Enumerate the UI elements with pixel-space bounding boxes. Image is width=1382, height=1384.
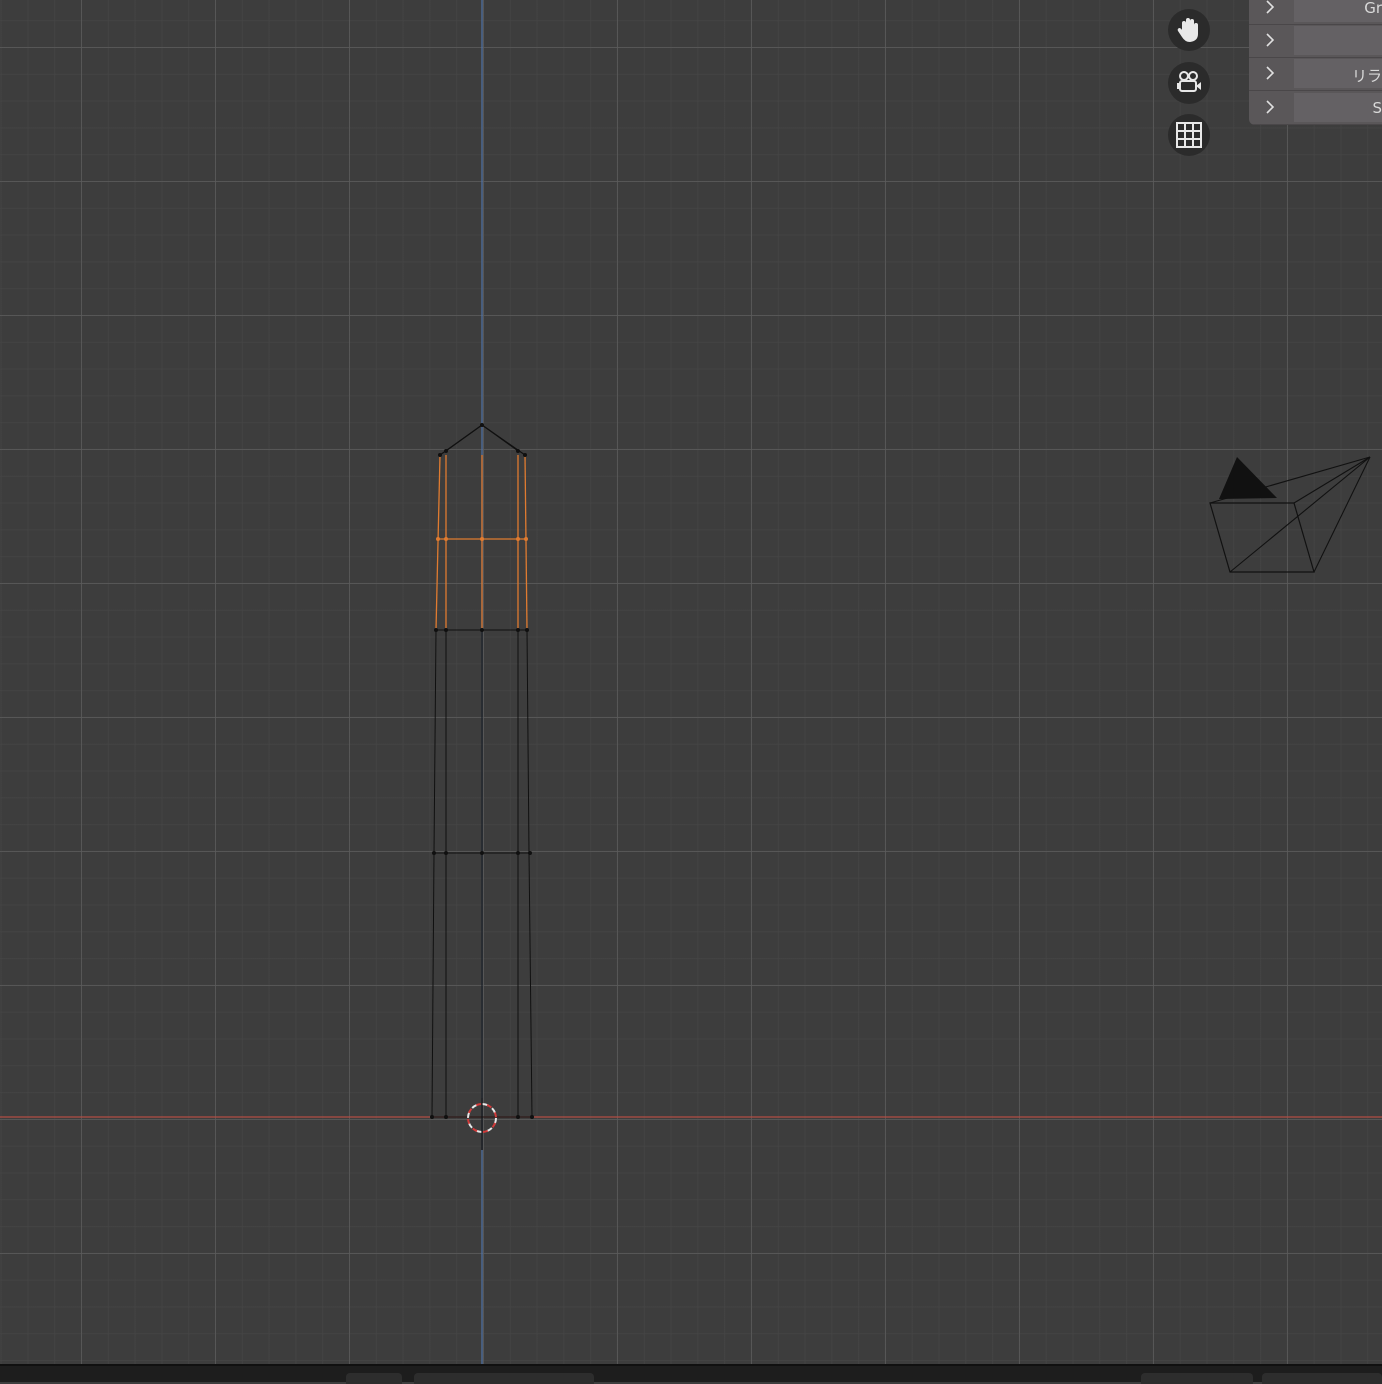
mouse-icon [346, 1373, 402, 1384]
camera-up-triangle [1219, 457, 1277, 499]
grid-ortho-icon [1176, 122, 1202, 148]
mesh-vertex [444, 628, 448, 632]
side-panel: Gr リラ S [1249, 0, 1382, 125]
panel-field[interactable]: Gr [1294, 0, 1382, 22]
key-icon [1141, 1373, 1253, 1384]
panel-row-label: S [1372, 99, 1382, 117]
mesh-vertex [480, 537, 484, 541]
panel-row[interactable]: S [1249, 91, 1382, 125]
scene-canvas[interactable] [0, 0, 1382, 1364]
tool-icons[interactable] [414, 1373, 594, 1384]
mesh-vertex [525, 628, 529, 632]
panel-row-label: Gr [1364, 0, 1382, 17]
camera-view-icon [1177, 71, 1201, 92]
status-bar [0, 1364, 1382, 1384]
mesh-vertex [516, 537, 520, 541]
panel-row[interactable]: Gr [1249, 0, 1382, 25]
mesh-vertex [523, 453, 527, 457]
panel-row[interactable]: リラ [1249, 57, 1382, 91]
mesh-vertex [480, 851, 484, 855]
panel-field[interactable] [1294, 26, 1382, 55]
panel-field[interactable]: リラ [1294, 59, 1382, 88]
mesh-vertex [444, 449, 448, 453]
camera-frame [1209, 502, 1315, 573]
chevron-right-icon [1266, 33, 1275, 47]
mesh-vertex [516, 851, 520, 855]
mesh-vertex [516, 628, 520, 632]
mesh-vertex [530, 1115, 534, 1119]
panel-field[interactable]: S [1294, 93, 1382, 122]
mesh-vertex [444, 537, 448, 541]
chevron-right-icon [1266, 0, 1275, 14]
hand-pan-icon [1177, 18, 1198, 42]
mesh-edge [431, 852, 435, 1118]
mesh-vertex [436, 537, 440, 541]
status-widget[interactable] [1262, 1373, 1382, 1384]
panel-row[interactable] [1249, 24, 1382, 58]
chevron-right-icon [1266, 100, 1275, 114]
3d-viewport[interactable] [0, 0, 1382, 1364]
mesh-edge [433, 629, 437, 854]
mesh-vertex [430, 1115, 434, 1119]
chevron-right-icon [1266, 66, 1275, 80]
mesh-edge [528, 852, 533, 1118]
mesh-vertex [524, 537, 528, 541]
mesh-vertex [434, 628, 438, 632]
selected-edge [524, 454, 528, 631]
panel-row-label: リラ [1351, 67, 1382, 85]
camera-view-button[interactable] [1168, 62, 1210, 104]
mesh-vertex [444, 1115, 448, 1119]
selected-edge [435, 454, 441, 631]
mesh-vertex [444, 851, 448, 855]
mesh-vertex [480, 423, 484, 427]
mesh-vertex [432, 851, 436, 855]
mesh-edge [526, 629, 530, 854]
mesh-vertex [516, 449, 520, 453]
mesh-vertex [480, 628, 484, 632]
ortho-grid-button[interactable] [1168, 114, 1210, 156]
pan-view-button[interactable] [1168, 9, 1210, 51]
mesh-vertex [528, 851, 532, 855]
mesh-vertex [516, 1115, 520, 1119]
mesh-vertex [438, 453, 442, 457]
